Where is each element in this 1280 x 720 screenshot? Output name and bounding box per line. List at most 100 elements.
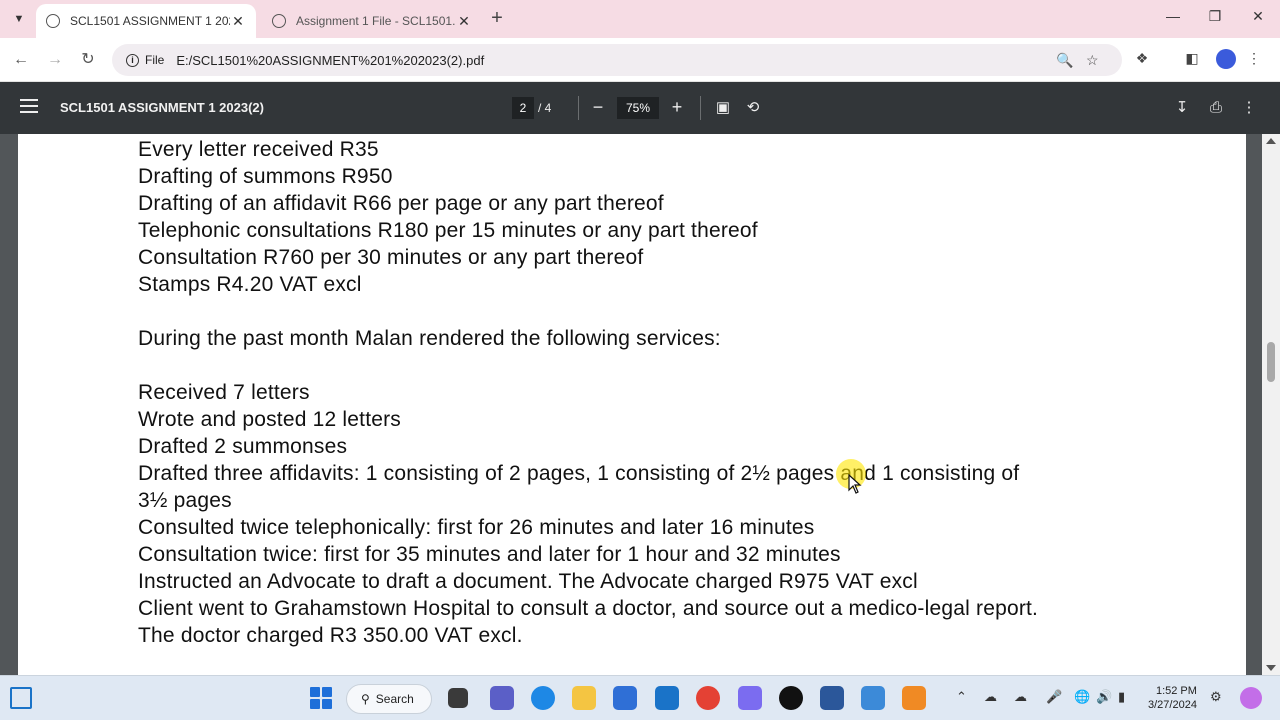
document-text: Every letter received R35 Drafting of su… xyxy=(138,136,1038,649)
tab-title: SCL1501 ASSIGNMENT 1 2023( xyxy=(70,14,230,28)
forward-button[interactable]: → xyxy=(44,49,66,71)
back-button[interactable]: ← xyxy=(10,49,32,71)
clock-time: 1:52 PM xyxy=(1155,685,1197,697)
mail-icon[interactable] xyxy=(655,686,679,710)
close-window-button[interactable]: ✕ xyxy=(1243,8,1273,25)
app-icon[interactable] xyxy=(861,686,885,710)
page-total: / 4 xyxy=(538,101,552,115)
pdf-page: Every letter received R35 Drafting of su… xyxy=(18,134,1246,675)
doc-line: Drafting of summons R950 xyxy=(138,165,393,188)
zoom-icon[interactable]: 🔍 xyxy=(1056,52,1073,69)
pdf-title: SCL1501 ASSIGNMENT 1 2023(2) xyxy=(60,100,264,115)
side-panel-icon[interactable]: ◧ xyxy=(1182,50,1202,70)
start-button[interactable] xyxy=(310,687,332,709)
doc-line: Consultation twice: first for 35 minutes… xyxy=(138,543,841,566)
microphone-icon[interactable]: 🎤 xyxy=(1046,689,1062,705)
site-info-label: File xyxy=(145,53,165,67)
profile-avatar[interactable] xyxy=(1216,49,1236,69)
url-text[interactable]: E:/SCL1501%20ASSIGNMENT%201%202023(2).pd… xyxy=(176,53,484,68)
network-icon[interactable]: ☁ xyxy=(984,689,997,705)
vertical-scrollbar[interactable] xyxy=(1262,134,1280,675)
zoom-out-button[interactable]: − xyxy=(587,96,609,118)
store-icon[interactable] xyxy=(613,686,637,710)
mouse-cursor-icon xyxy=(848,474,862,494)
clock[interactable]: 1:52 PM 3/27/2024 xyxy=(1148,684,1197,712)
task-view-icon[interactable] xyxy=(448,688,468,708)
doc-line: Drafted 2 summonses xyxy=(138,435,348,458)
notifications-icon[interactable]: ⚙ xyxy=(1210,689,1222,705)
doc-line: Client went to Grahamstown Hospital to c… xyxy=(138,597,1039,620)
search-icon: ⚲ xyxy=(361,692,370,706)
tab-search-dropdown-icon[interactable]: ▼ xyxy=(8,8,30,30)
file-explorer-icon[interactable] xyxy=(572,686,596,710)
doc-line: Consulted twice telephonically: first fo… xyxy=(138,516,815,539)
menu-icon[interactable] xyxy=(20,99,38,113)
word-icon[interactable] xyxy=(820,686,844,710)
clock-date: 3/27/2024 xyxy=(1148,699,1197,711)
pdf-more-icon[interactable]: ⋮ xyxy=(1238,97,1260,119)
browser-toolbar: ← → ↻ i File E:/SCL1501%20ASSIGNMENT%201… xyxy=(0,38,1280,82)
doc-line: Wrote and posted 12 letters xyxy=(138,408,401,431)
tab-strip: ▼ SCL1501 ASSIGNMENT 1 2023( ✕ Assignmen… xyxy=(0,0,1280,38)
scroll-up-arrow-icon[interactable] xyxy=(1266,138,1276,144)
reload-button[interactable]: ↻ xyxy=(77,49,99,71)
address-bar[interactable]: i File E:/SCL1501%20ASSIGNMENT%201%20202… xyxy=(112,44,1122,76)
close-tab-icon[interactable]: ✕ xyxy=(456,13,472,30)
scroll-down-arrow-icon[interactable] xyxy=(1266,665,1276,671)
close-tab-icon[interactable]: ✕ xyxy=(230,13,246,30)
battery-icon[interactable]: ▮ xyxy=(1118,689,1125,705)
tab-assignment-pdf[interactable]: SCL1501 ASSIGNMENT 1 2023( ✕ xyxy=(36,4,256,38)
fit-page-icon[interactable]: ▣ xyxy=(712,97,734,119)
restore-button[interactable]: ❐ xyxy=(1200,8,1230,25)
scroll-thumb[interactable] xyxy=(1267,342,1275,382)
volume-icon[interactable]: 🔊 xyxy=(1096,689,1112,705)
tiktok-icon[interactable] xyxy=(779,686,803,710)
divider xyxy=(700,96,701,120)
divider xyxy=(578,96,579,120)
site-info-chip[interactable]: i File xyxy=(118,48,172,72)
copilot-icon[interactable] xyxy=(738,686,762,710)
camera-app-icon[interactable] xyxy=(902,686,926,710)
globe-icon xyxy=(272,14,286,28)
download-icon[interactable]: ↧ xyxy=(1171,97,1193,119)
widgets-icon[interactable] xyxy=(10,687,32,709)
tab-assignment-file[interactable]: Assignment 1 File - SCL1501.p ✕ xyxy=(262,4,482,38)
doc-line: Every letter received R35 xyxy=(138,138,379,161)
doc-line: Received 7 letters xyxy=(138,381,310,404)
bookmark-star-icon[interactable]: ☆ xyxy=(1086,52,1099,69)
search-label: Search xyxy=(375,692,414,706)
info-icon: i xyxy=(126,53,139,67)
edge-icon[interactable] xyxy=(531,686,555,710)
doc-line: Telephonic consultations R180 per 15 min… xyxy=(138,219,758,242)
minimize-button[interactable]: — xyxy=(1158,8,1188,24)
copilot-tray-icon[interactable] xyxy=(1240,687,1262,709)
onedrive-icon[interactable]: ☁ xyxy=(1014,689,1027,705)
globe-icon xyxy=(46,14,60,28)
new-tab-button[interactable]: + xyxy=(486,8,508,30)
pdf-viewport[interactable]: Every letter received R35 Drafting of su… xyxy=(0,134,1280,675)
tab-title: Assignment 1 File - SCL1501.p xyxy=(296,14,456,28)
print-icon[interactable]: ⎙ xyxy=(1205,97,1227,119)
doc-line: Drafted three affidavits: 1 consisting o… xyxy=(138,462,1020,485)
doc-line: Drafting of an affidavit R66 per page or… xyxy=(138,192,664,215)
zoom-in-button[interactable]: + xyxy=(666,96,688,118)
show-hidden-icons-icon[interactable]: ⌃ xyxy=(956,689,967,705)
taskbar: ⚲ Search ⌃ ☁ ☁ 🎤 🌐 🔊 ▮ 1:52 PM 3/27/2024… xyxy=(0,675,1280,720)
doc-line: 3½ pages xyxy=(138,489,232,512)
doc-line: During the past month Malan rendered the… xyxy=(138,327,721,350)
teams-icon[interactable] xyxy=(490,686,514,710)
rotate-icon[interactable]: ⟲ xyxy=(742,97,764,119)
extensions-icon[interactable]: ❖ xyxy=(1132,50,1152,70)
doc-line: The doctor charged R3 350.00 VAT excl. xyxy=(138,624,523,647)
page-number-input[interactable]: 2 xyxy=(512,97,534,119)
zoom-input[interactable]: 75% xyxy=(617,97,659,119)
doc-line: Stamps R4.20 VAT excl xyxy=(138,273,362,296)
globe-icon[interactable]: 🌐 xyxy=(1074,689,1090,705)
doc-line: Instructed an Advocate to draft a docume… xyxy=(138,570,918,593)
taskbar-search[interactable]: ⚲ Search xyxy=(346,684,432,714)
more-menu-icon[interactable]: ⋮ xyxy=(1244,50,1264,70)
pdf-toolbar: SCL1501 ASSIGNMENT 1 2023(2) 2 / 4 − 75%… xyxy=(0,82,1280,134)
chrome-icon[interactable] xyxy=(696,686,720,710)
